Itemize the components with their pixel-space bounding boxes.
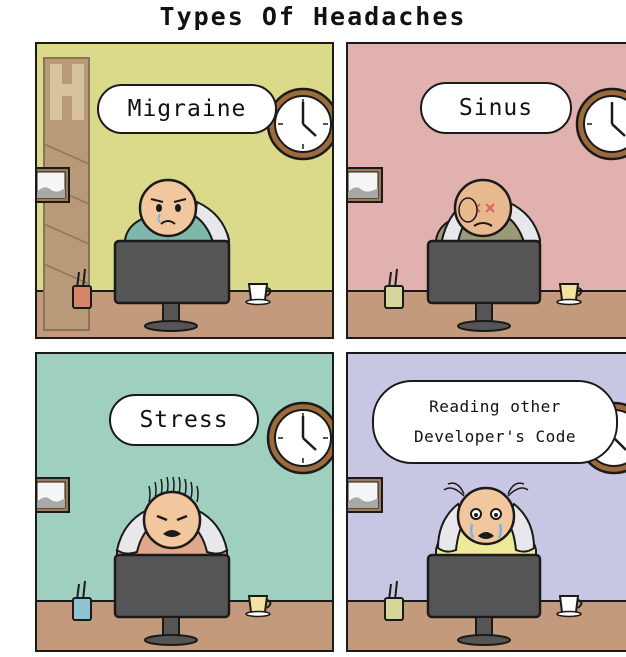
picture-frame-icon [37, 477, 70, 513]
panel-label: Migraine [127, 96, 247, 122]
picture-frame-icon [348, 167, 383, 203]
clock-icon [266, 401, 332, 475]
speech-bubble-sinus: Sinus [420, 82, 572, 134]
speech-bubble-stress: Stress [109, 394, 259, 446]
speech-bubble-code: Reading other Developer's Code [372, 380, 618, 464]
panel-migraine: Migraine [35, 42, 334, 339]
speech-bubble-migraine: Migraine [97, 84, 277, 134]
panel-label: Sinus [458, 95, 534, 121]
panel-label: Reading other Developer's Code [413, 397, 577, 446]
panel-stress: Stress [35, 352, 334, 652]
panel-label: Stress [139, 407, 229, 433]
panel-code: Reading other Developer's Code [346, 352, 626, 652]
picture-frame-icon [348, 477, 383, 513]
clock-icon [266, 87, 332, 161]
panel-sinus: Sinus [346, 42, 626, 339]
page-title: Types Of Headaches [159, 2, 467, 31]
picture-frame-icon [37, 167, 70, 203]
